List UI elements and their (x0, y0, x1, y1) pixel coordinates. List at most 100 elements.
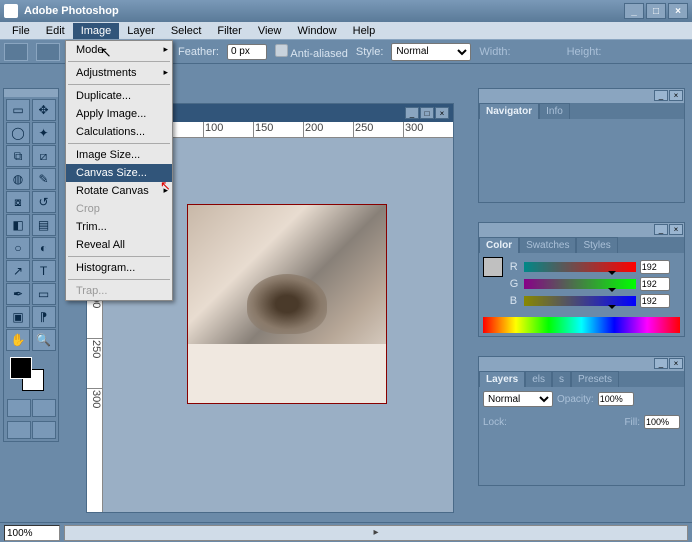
tab-channels[interactable]: els (525, 371, 552, 387)
opacity-input[interactable] (598, 392, 634, 406)
panel-close-button[interactable]: × (669, 358, 683, 369)
tool-stamp[interactable]: ⧇ (6, 191, 30, 213)
screen-standard-button[interactable] (7, 421, 31, 439)
tool-shape[interactable]: ▭ (32, 283, 56, 305)
doc-close-button[interactable]: × (435, 107, 449, 119)
image-content (187, 204, 387, 404)
tab-styles[interactable]: Styles (576, 237, 617, 253)
menu-image[interactable]: Image (73, 23, 120, 39)
minimize-button[interactable]: _ (624, 3, 644, 19)
color-swatches[interactable] (8, 357, 54, 393)
tool-move[interactable]: ✥ (32, 99, 56, 121)
tool-lasso[interactable]: ◯ (6, 122, 30, 144)
fill-label: Fill: (624, 417, 640, 428)
tool-path[interactable]: ↗ (6, 260, 30, 282)
menu-item-image-size[interactable]: Image Size... (66, 146, 172, 164)
menubar: File Edit Image Layer Select Filter View… (0, 22, 692, 40)
menu-item-mode[interactable]: Mode (66, 41, 172, 59)
status-bar: 100% (0, 522, 692, 542)
blend-mode-select[interactable]: Normal (483, 391, 553, 407)
menu-item-canvas-size[interactable]: Canvas Size... (66, 164, 172, 182)
tool-brush[interactable]: ✎ (32, 168, 56, 190)
menu-item-reveal-all[interactable]: Reveal All (66, 236, 172, 254)
panel-close-button[interactable]: × (669, 90, 683, 101)
tool-notes[interactable]: ▣ (6, 306, 30, 328)
fg-color-swatch[interactable] (10, 357, 32, 379)
cursor-icon: ↖ (100, 44, 112, 61)
tab-swatches[interactable]: Swatches (519, 237, 576, 253)
tool-crop[interactable]: ⧉ (6, 145, 30, 167)
spectrum-picker[interactable] (483, 317, 680, 333)
menu-item-histogram[interactable]: Histogram... (66, 259, 172, 277)
maximize-button[interactable]: □ (646, 3, 666, 19)
menu-filter[interactable]: Filter (209, 23, 249, 39)
tab-paths[interactable]: s (552, 371, 571, 387)
tool-eyedrop[interactable]: ⁋ (32, 306, 56, 328)
r-slider[interactable] (524, 262, 636, 272)
tool-eraser[interactable]: ◧ (6, 214, 30, 236)
doc-minimize-button[interactable]: _ (405, 107, 419, 119)
menu-item-adjustments[interactable]: Adjustments (66, 64, 172, 82)
tool-blur[interactable]: ○ (6, 237, 30, 259)
menu-edit[interactable]: Edit (38, 23, 73, 39)
tool-history[interactable]: ↺ (32, 191, 56, 213)
tool-type[interactable]: T (32, 260, 56, 282)
tool-wand[interactable]: ✦ (32, 122, 56, 144)
menu-item-apply-image[interactable]: Apply Image... (66, 105, 172, 123)
menu-item-duplicate[interactable]: Duplicate... (66, 87, 172, 105)
b-input[interactable] (640, 294, 670, 308)
panel-close-button[interactable]: × (669, 224, 683, 235)
tab-info[interactable]: Info (539, 103, 570, 119)
panel-min-button[interactable]: _ (654, 358, 668, 369)
tab-color[interactable]: Color (479, 237, 519, 253)
r-label: R (510, 261, 520, 273)
doc-maximize-button[interactable]: □ (420, 107, 434, 119)
antialias-checkbox[interactable]: Anti-aliased (275, 44, 348, 60)
menu-help[interactable]: Help (345, 23, 384, 39)
tab-navigator[interactable]: Navigator (479, 103, 539, 119)
tool-preset-icon[interactable] (4, 43, 28, 61)
menu-item-calculations[interactable]: Calculations... (66, 123, 172, 141)
menu-view[interactable]: View (250, 23, 290, 39)
tool-hand[interactable]: ✋ (6, 329, 30, 351)
toolbox-drag-handle[interactable] (4, 89, 58, 97)
tool-marquee[interactable]: ▭ (6, 99, 30, 121)
standard-mode-button[interactable] (7, 399, 31, 417)
tool-pen[interactable]: ✒ (6, 283, 30, 305)
menu-item-rotate-canvas[interactable]: Rotate Canvas (66, 182, 172, 200)
fill-input[interactable] (644, 415, 680, 429)
close-button[interactable]: × (668, 3, 688, 19)
panel-min-button[interactable]: _ (654, 90, 668, 101)
b-slider[interactable] (524, 296, 636, 306)
style-select[interactable]: Normal (391, 43, 471, 61)
menu-file[interactable]: File (4, 23, 38, 39)
color-preview-swatch[interactable] (483, 257, 503, 277)
tool-zoom[interactable]: 🔍 (32, 329, 56, 351)
panel-min-button[interactable]: _ (654, 224, 668, 235)
g-slider[interactable] (524, 279, 636, 289)
menu-item-trim[interactable]: Trim... (66, 218, 172, 236)
app-title: Adobe Photoshop (24, 5, 119, 17)
menu-window[interactable]: Window (290, 23, 345, 39)
tool-slice[interactable]: ⧄ (32, 145, 56, 167)
zoom-field[interactable]: 100% (4, 525, 60, 541)
r-input[interactable] (640, 260, 670, 274)
feather-input[interactable] (227, 44, 267, 60)
tool-gradient[interactable]: ▤ (32, 214, 56, 236)
tool-dodge[interactable]: ◐ (32, 237, 56, 259)
tab-presets[interactable]: Presets (571, 371, 619, 387)
tool-heal[interactable]: ◍ (6, 168, 30, 190)
tab-layers[interactable]: Layers (479, 371, 525, 387)
toolbox: ▭ ✥ ◯ ✦ ⧉ ⧄ ◍ ✎ ⧇ ↺ ◧ ▤ ○ ◐ ↗ T ✒ ▭ ▣ ⁋ … (3, 88, 59, 442)
screen-full-menu-button[interactable] (32, 421, 56, 439)
menu-select[interactable]: Select (163, 23, 210, 39)
quickmask-mode-button[interactable] (32, 399, 56, 417)
color-panel: _× Color Swatches Styles R G B (478, 222, 685, 337)
cursor-red-icon: ↖ (160, 178, 171, 194)
height-label: Height: (567, 46, 602, 58)
menu-item-crop: Crop (66, 200, 172, 218)
width-label: Width: (479, 46, 510, 58)
g-input[interactable] (640, 277, 670, 291)
opacity-label: Opacity: (557, 394, 594, 405)
menu-layer[interactable]: Layer (119, 23, 163, 39)
